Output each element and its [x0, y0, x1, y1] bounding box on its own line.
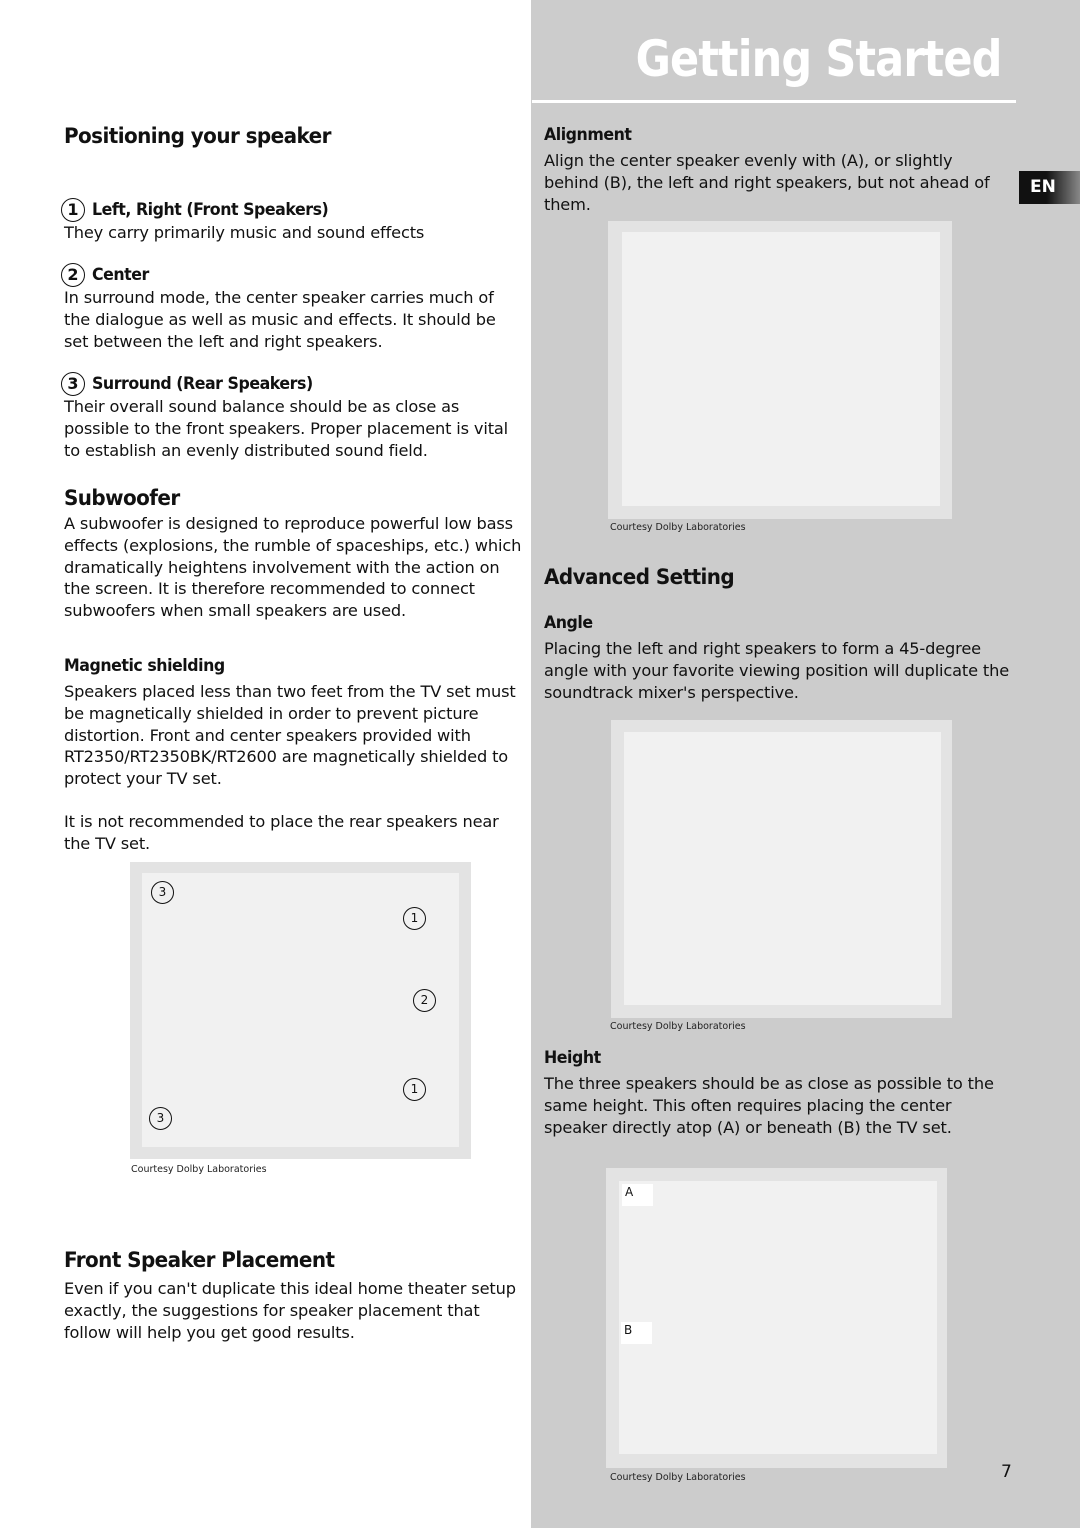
angle-figure [611, 720, 952, 1018]
speaker-item-front: 1 Left, Right (Front Speakers) They carr… [61, 198, 523, 244]
figure-area [624, 732, 941, 1005]
front-placement-heading: Front Speaker Placement [64, 1248, 335, 1272]
height-text: The three speakers should be as close as… [544, 1074, 994, 1137]
front-speaker-marker: 1 [403, 1078, 426, 1101]
positioning-heading: Positioning your speaker [64, 124, 331, 148]
magnetic-shielding-text: Speakers placed less than two feet from … [64, 682, 516, 789]
speaker-item-text: Their overall sound balance should be as… [64, 397, 509, 460]
speaker-item-text: In surround mode, the center speaker car… [64, 288, 496, 351]
number-1-icon: 1 [61, 198, 85, 222]
magnetic-shielding-heading: Magnetic shielding [64, 656, 225, 676]
speaker-item-title: Left, Right (Front Speakers) [92, 200, 329, 220]
position-b-label: B [621, 1322, 652, 1344]
speaker-item-surround: 3 Surround (Rear Speakers) Their overall… [61, 372, 523, 461]
center-speaker-marker: 2 [413, 989, 436, 1012]
figure-caption: Courtesy Dolby Laboratories [610, 1021, 746, 1032]
figure-caption: Courtesy Dolby Laboratories [610, 522, 746, 533]
position-a-label: A [622, 1184, 653, 1206]
rear-speaker-marker: 3 [149, 1107, 172, 1130]
speaker-item-title: Surround (Rear Speakers) [92, 374, 313, 394]
subwoofer-text: A subwoofer is designed to reproduce pow… [64, 514, 522, 621]
section-title: Getting Started [635, 30, 1003, 88]
figure-caption: Courtesy Dolby Laboratories [610, 1472, 746, 1483]
angle-heading: Angle [544, 613, 593, 633]
subwoofer-heading: Subwoofer [64, 486, 180, 510]
alignment-heading: Alignment [544, 125, 632, 145]
rear-speaker-note: It is not recommended to place the rear … [64, 812, 499, 853]
front-placement-text: Even if you can't duplicate this ideal h… [64, 1279, 516, 1342]
alignment-figure [608, 221, 952, 519]
speaker-item-title: Center [92, 265, 149, 285]
advanced-setting-heading: Advanced Setting [544, 565, 735, 589]
speaker-layout-figure: 3 1 2 1 3 [130, 862, 471, 1159]
height-heading: Height [544, 1048, 601, 1068]
page-number: 7 [1001, 1462, 1012, 1482]
number-2-icon: 2 [61, 263, 85, 287]
height-figure: A B [606, 1168, 947, 1468]
number-3-icon: 3 [61, 372, 85, 396]
figure-area [622, 232, 940, 506]
speaker-item-center: 2 Center In surround mode, the center sp… [61, 263, 523, 352]
speaker-item-text: They carry primarily music and sound eff… [64, 223, 425, 242]
figure-area [619, 1181, 937, 1454]
language-tab: EN [1019, 171, 1080, 204]
figure-caption: Courtesy Dolby Laboratories [131, 1164, 267, 1175]
alignment-text: Align the center speaker evenly with (A)… [544, 151, 990, 214]
header-divider [532, 100, 1016, 103]
angle-text: Placing the left and right speakers to f… [544, 639, 1010, 702]
front-speaker-marker: 1 [403, 907, 426, 930]
rear-speaker-marker: 3 [151, 881, 174, 904]
